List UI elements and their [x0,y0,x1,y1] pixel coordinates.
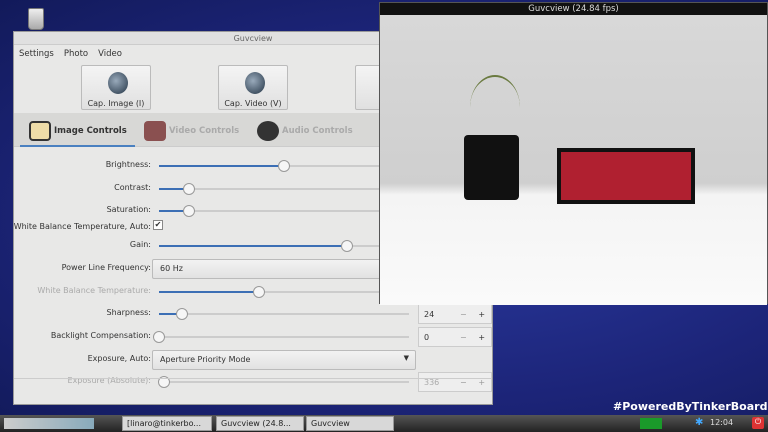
slider [159,286,409,298]
slider [158,376,409,388]
decrement-button[interactable]: − [454,333,472,342]
divider [14,378,492,379]
control-exposure-abs: Exposure (Absolute): 336− + [14,372,494,392]
decrement-button[interactable]: − [454,310,472,319]
slider-thumb[interactable] [340,240,353,252]
taskbar-terminal[interactable]: [linaro@tinkerbo... [122,416,212,431]
spin-value[interactable]: 24 [419,310,454,319]
menu-photo[interactable]: Photo [64,49,88,59]
slider[interactable] [153,331,409,343]
spin-button: 336− + [418,372,492,392]
slider[interactable] [159,205,409,217]
plant-pot [464,135,519,200]
watermark: #PoweredByTinkerBoard [613,400,768,413]
cap-image-button[interactable]: Cap. Image (I) [81,65,151,110]
checkbox[interactable]: ✔ [153,220,163,230]
tab-label: Audio Controls [282,126,353,136]
slider-thumb[interactable] [183,183,195,195]
dropdown-value: Aperture Priority Mode [160,355,251,364]
chevron-down-icon: ▼ [403,354,409,362]
control-backlight: Backlight Compensation: 0− + [14,327,494,347]
control-label: Contrast: [114,183,151,192]
camera-icon [108,72,128,94]
picture-frame [557,148,695,204]
control-label: Saturation: [106,205,151,214]
slider-fill [159,165,284,167]
taskbar: [linaro@tinkerbo... Guvcview (24.8... Gu… [0,415,768,432]
slider-fill [159,291,259,293]
control-label: Backlight Compensation: [50,331,151,340]
dropdown-value: 60 Hz [160,264,183,273]
clock[interactable]: 12:04 [710,418,733,427]
control-sharpness: Sharpness: 24− + [14,304,494,324]
menu-settings[interactable]: Settings [19,49,54,59]
spin-value[interactable]: 0 [419,333,454,342]
cap-video-button[interactable]: Cap. Video (V) [218,65,288,110]
video-camera-icon [245,72,265,94]
control-label: White Balance Temperature: [37,286,151,295]
increment-button[interactable]: + [473,333,491,342]
tv-icon [29,121,51,141]
control-exposure-auto: Exposure, Auto: Aperture Priority Mode ▼ [14,350,494,370]
guvcview-preview-window: Guvcview (24.84 fps) [379,2,768,305]
slider[interactable] [159,183,409,195]
slider-thumb[interactable] [183,205,195,217]
increment-button[interactable]: + [473,310,491,319]
menu-video[interactable]: Video [98,49,122,59]
tab-video-controls[interactable]: Video Controls [144,121,239,141]
slider[interactable] [159,160,409,172]
control-label: Power Line Frequency: [61,263,151,272]
control-label: Gain: [129,240,151,249]
preview-title: Guvcview (24.84 fps) [528,4,619,14]
tab-label: Video Controls [169,126,240,136]
slider-fill [159,245,347,247]
power-icon[interactable]: ⏻ [752,417,764,429]
slider-thumb[interactable] [278,160,290,172]
control-label: Sharpness: [106,308,151,317]
microphone-icon [257,121,279,141]
slider-thumb [253,286,265,298]
taskbar-guvcview-preview[interactable]: Guvcview (24.8... [216,416,304,431]
spin-button[interactable]: 0− + [418,327,492,347]
launcher-icons[interactable] [4,418,94,429]
taskbar-guvcview[interactable]: Guvcview [306,416,394,431]
spin-button[interactable]: 24− + [418,304,492,324]
active-tab-indicator [20,145,135,147]
control-label: White Balance Temperature, Auto: [13,222,151,231]
cap-image-label: Cap. Image (I) [87,99,145,108]
slider-thumb[interactable] [153,331,165,343]
cpu-monitor [640,418,662,429]
control-label: Exposure, Auto: [87,354,151,363]
slider[interactable] [159,308,409,320]
tab-label: Image Controls [54,126,127,136]
tab-audio-controls[interactable]: Audio Controls [257,121,353,141]
camera-preview [380,15,767,305]
trash-icon[interactable] [28,8,44,30]
cap-video-label: Cap. Video (V) [224,99,282,108]
film-icon [144,121,166,141]
slider-thumb[interactable] [175,308,188,320]
bluetooth-icon[interactable]: ✱ [695,417,703,428]
plant [470,75,520,140]
tab-image-controls[interactable]: Image Controls [29,121,127,141]
slider[interactable] [159,240,409,252]
control-label: Brightness: [105,160,151,169]
dropdown[interactable]: 60 Hz▼ [152,259,416,279]
dropdown[interactable]: Aperture Priority Mode ▼ [152,350,416,370]
